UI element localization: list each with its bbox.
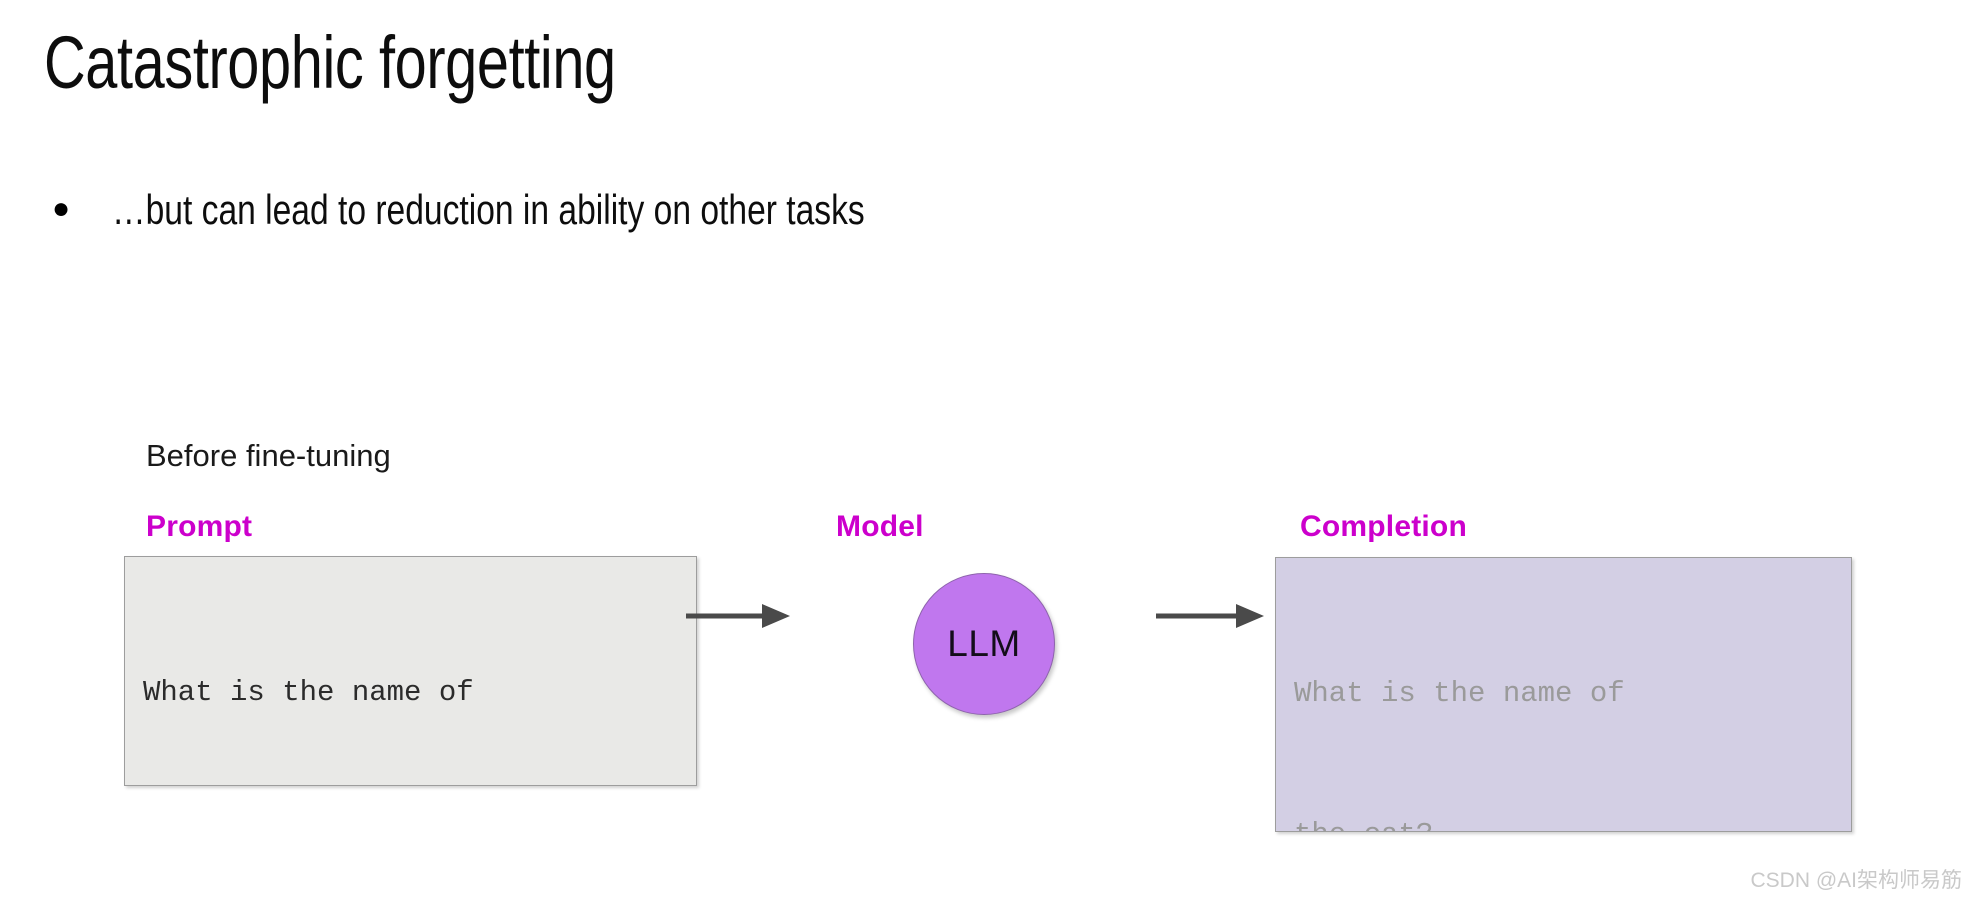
stage-label: Before fine-tuning [146, 438, 391, 473]
completion-column-label: Completion [1300, 510, 1467, 543]
prompt-column-label: Prompt [146, 510, 253, 543]
prompt-line: What is the name of [143, 676, 474, 709]
prompt-text-box: What is the name of the cat? Charlie the… [124, 556, 697, 786]
llm-model-node: LLM [913, 573, 1055, 715]
flow-diagram: Before fine-tuning Prompt Model Completi… [0, 0, 1984, 908]
llm-node-label: LLM [947, 623, 1021, 664]
arrow-right-icon [1156, 604, 1264, 628]
completion-line: What is the name of [1294, 677, 1625, 710]
watermark: CSDN @AI架构师易筋 [1750, 869, 1963, 892]
completion-text-box: What is the name of the cat? Charlie the… [1275, 557, 1852, 832]
arrow-right-icon [686, 604, 790, 628]
completion-line: the cat? [1294, 811, 1851, 831]
model-column-label: Model [836, 510, 924, 543]
